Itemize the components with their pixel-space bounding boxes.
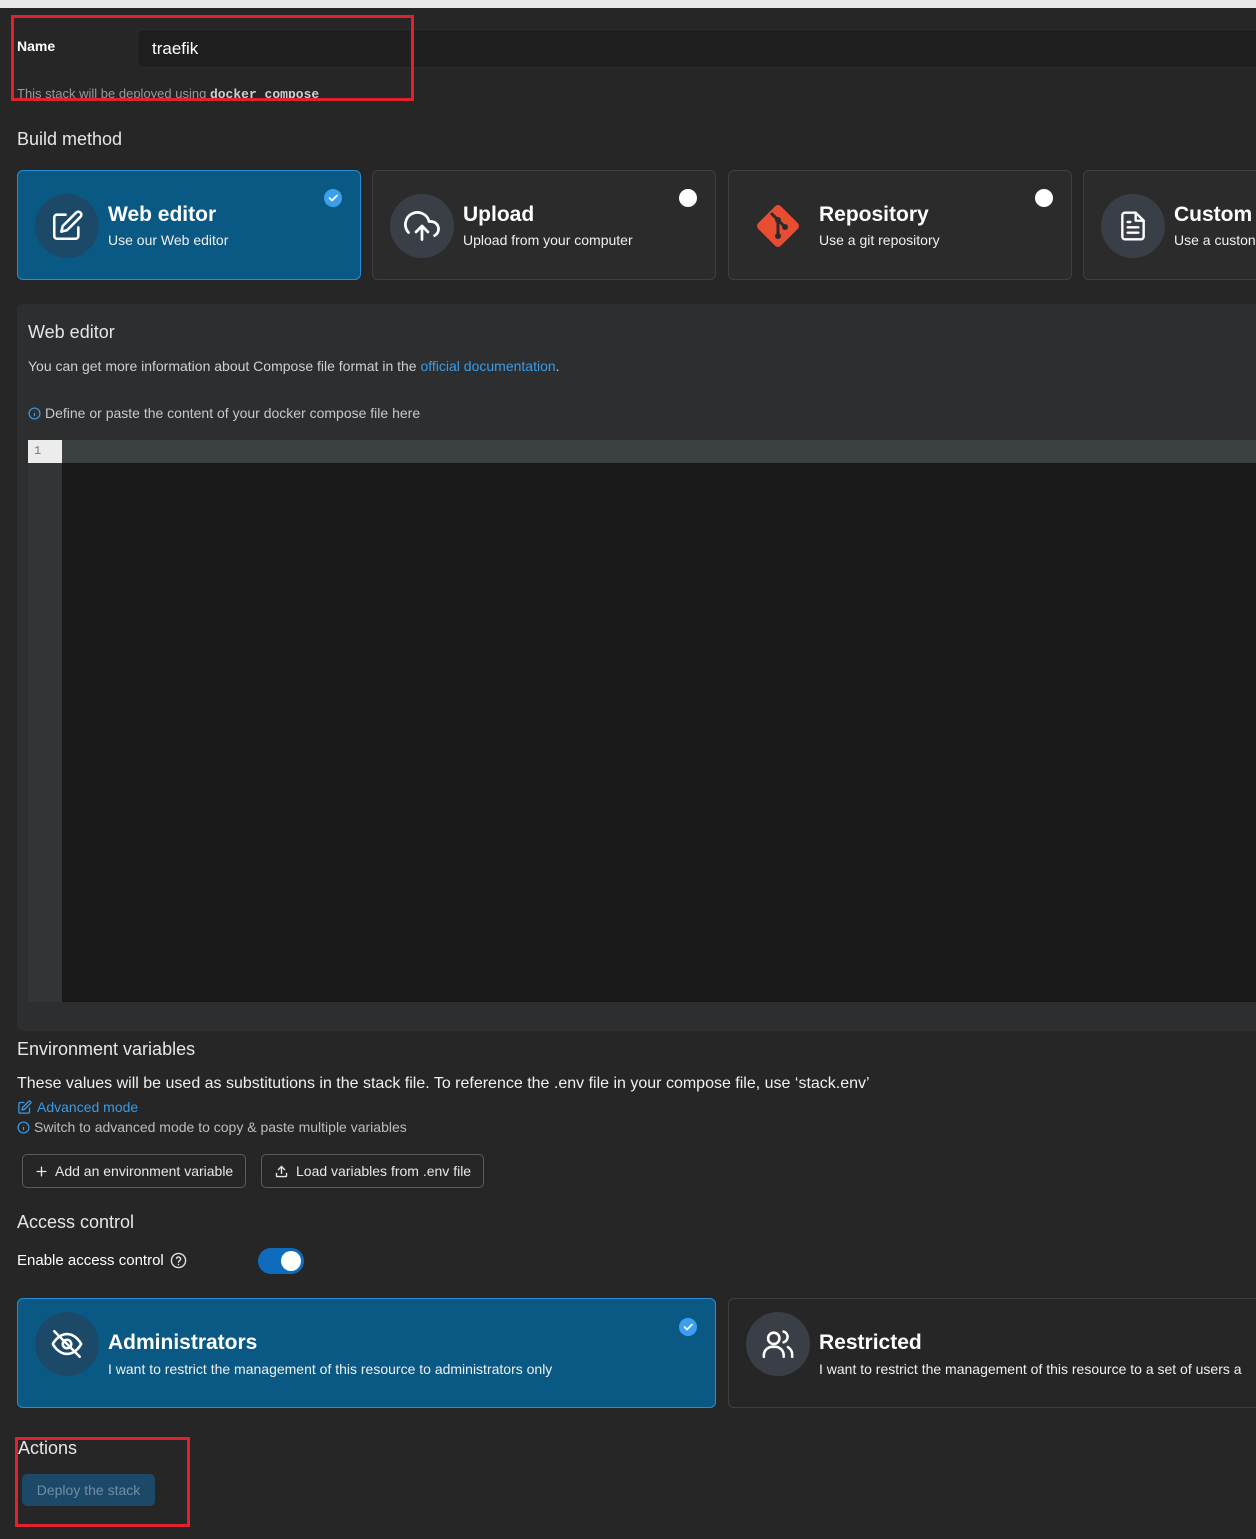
- define-hint-text: Define or paste the content of your dock…: [45, 405, 421, 421]
- env-vars-title: Environment variables: [17, 1039, 196, 1059]
- radio-indicator[interactable]: [1035, 189, 1053, 207]
- build-option-title: Custom: [1174, 203, 1253, 226]
- highlight-box-name: [11, 15, 414, 101]
- plus-icon: [36, 1165, 47, 1177]
- check-icon: [679, 1318, 697, 1336]
- access-option-title: Administrators: [108, 1331, 258, 1354]
- build-option-subtitle: Use our Web editor: [108, 232, 229, 248]
- access-control-title: Access control: [17, 1212, 135, 1232]
- load-env-file-label: Load variables from .env file: [296, 1163, 472, 1179]
- build-option-title: Upload: [463, 203, 535, 226]
- build-option-title: Repository: [819, 203, 929, 226]
- info-icon: [17, 1120, 30, 1134]
- info-suffix: .: [555, 358, 560, 374]
- help-circle-icon[interactable]: [170, 1252, 187, 1269]
- official-documentation-link[interactable]: official documentation: [420, 358, 555, 374]
- upload-icon: [275, 1165, 288, 1177]
- access-option-subtitle: I want to restrict the management of thi…: [108, 1361, 553, 1377]
- enable-access-control-label: Enable access control: [17, 1252, 187, 1269]
- access-option-restricted[interactable]: Restricted I want to restrict the manage…: [728, 1298, 1256, 1408]
- advanced-mode-label: Advanced mode: [37, 1099, 139, 1115]
- build-option-web-editor[interactable]: Web editor Use our Web editor: [17, 170, 361, 280]
- code-editor[interactable]: 1: [28, 440, 1256, 1002]
- cloud-upload-icon: [390, 194, 454, 258]
- load-env-file-button[interactable]: Load variables from .env file: [261, 1154, 485, 1188]
- access-control-toggle[interactable]: [258, 1248, 304, 1274]
- build-option-upload[interactable]: Upload Upload from your computer: [372, 170, 716, 280]
- add-env-variable-button[interactable]: Add an environment variable: [22, 1154, 247, 1188]
- build-option-title: Web editor: [108, 203, 217, 226]
- edit-icon: [18, 1100, 32, 1114]
- build-option-repository[interactable]: Repository Use a git repository: [728, 170, 1072, 280]
- radio-indicator[interactable]: [679, 189, 697, 207]
- line-number: 1: [28, 440, 62, 463]
- info-icon: [28, 406, 41, 420]
- advanced-mode-link[interactable]: Advanced mode: [17, 1099, 138, 1115]
- active-line: [62, 440, 1256, 463]
- build-option-subtitle: Use a git repository: [819, 232, 940, 248]
- enable-access-control-text: Enable access control: [17, 1252, 164, 1269]
- build-option-subtitle: Use a custon: [1174, 232, 1256, 248]
- file-text-icon: [1101, 194, 1165, 258]
- access-option-administrators[interactable]: Administrators I want to restrict the ma…: [17, 1298, 716, 1408]
- build-method-title: Build method: [17, 129, 123, 149]
- eye-off-icon: [35, 1312, 99, 1376]
- web-editor-info: You can get more information about Compo…: [28, 358, 560, 374]
- browser-top-strip: [0, 0, 1256, 8]
- add-env-variable-label: Add an environment variable: [55, 1163, 234, 1179]
- advanced-hint-text: Switch to advanced mode to copy & paste …: [34, 1119, 407, 1135]
- info-prefix: You can get more information about Compo…: [28, 358, 421, 374]
- advanced-mode-hint: Switch to advanced mode to copy & paste …: [17, 1119, 407, 1135]
- users-icon: [746, 1312, 810, 1376]
- access-option-title: Restricted: [819, 1331, 922, 1354]
- highlight-box-actions: [15, 1437, 190, 1527]
- web-editor-title: Web editor: [28, 322, 115, 342]
- define-hint: Define or paste the content of your dock…: [28, 405, 420, 421]
- build-option-subtitle: Upload from your computer: [463, 232, 633, 248]
- line-gutter: [28, 440, 62, 1002]
- env-vars-description: These values will be used as substitutio…: [17, 1075, 870, 1092]
- git-icon: [746, 194, 810, 258]
- edit-icon: [35, 194, 99, 258]
- build-option-custom[interactable]: Custom Use a custon: [1083, 170, 1256, 280]
- check-icon: [324, 189, 342, 207]
- access-option-subtitle: I want to restrict the management of thi…: [819, 1361, 1242, 1377]
- toggle-knob: [281, 1251, 301, 1271]
